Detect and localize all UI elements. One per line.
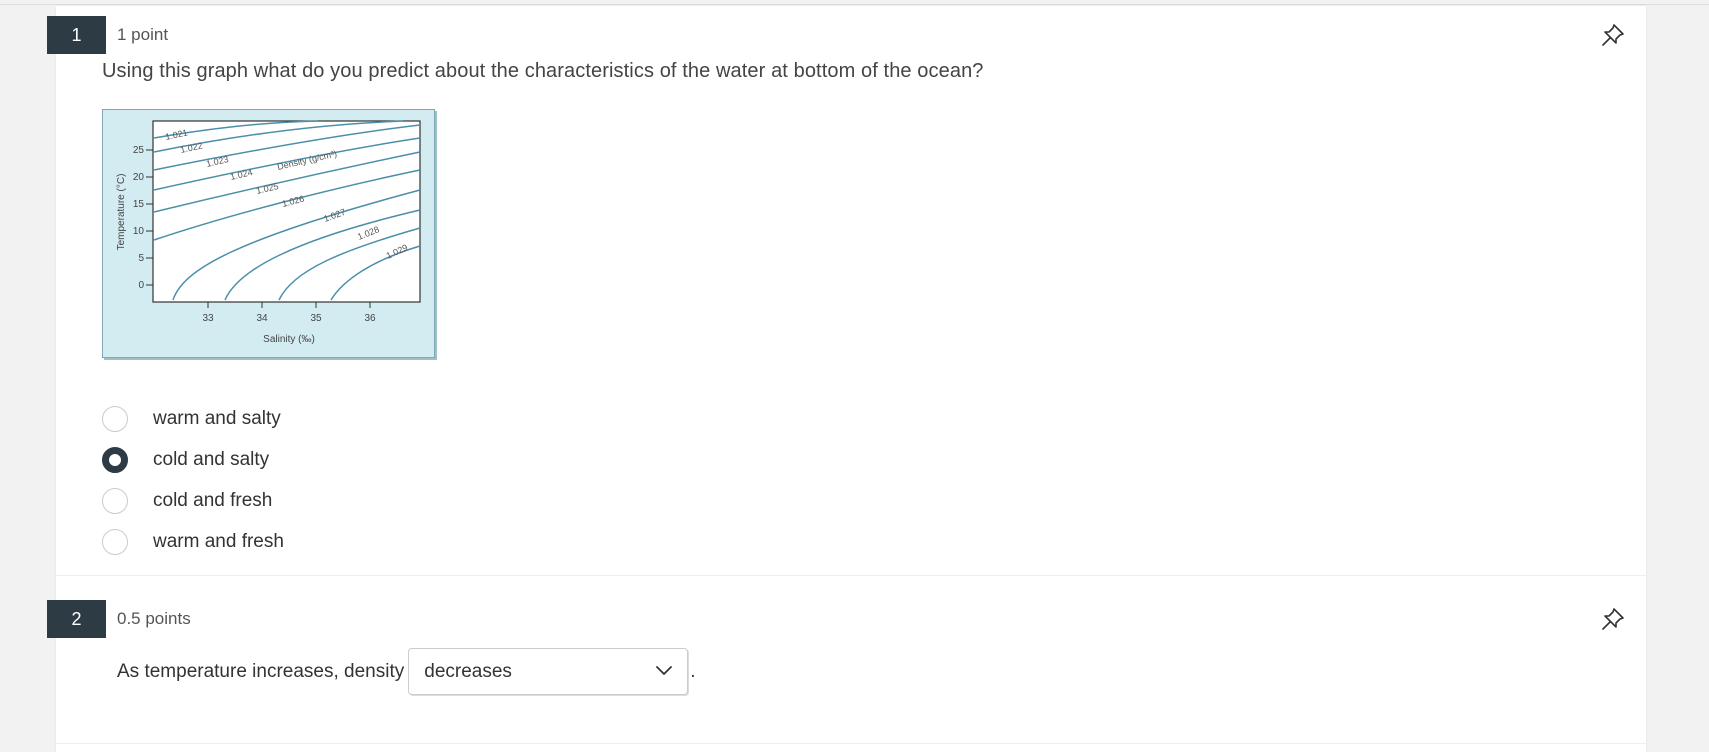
x-tick-label: 34 <box>256 313 268 324</box>
x-tick-label: 36 <box>364 313 376 324</box>
question-points: 0.5 points <box>117 609 191 628</box>
answer-options: warm and salty cold and salty cold and f… <box>102 398 284 562</box>
y-tick-label: 10 <box>133 226 145 237</box>
answer-option-warm-and-fresh[interactable]: warm and fresh <box>102 521 284 562</box>
question-text: Using this graph what do you predict abo… <box>102 60 984 82</box>
y-tick-label: 20 <box>133 172 145 183</box>
question-divider <box>56 743 1646 744</box>
x-axis-label: Salinity (‰) <box>263 334 315 345</box>
radio-button-selected[interactable] <box>102 446 128 473</box>
y-tick-label: 5 <box>138 253 144 264</box>
pin-icon[interactable] <box>1600 606 1626 632</box>
chevron-down-icon <box>655 661 673 683</box>
question-prompt: As temperature increases, density <box>117 660 405 682</box>
answer-option-warm-and-salty[interactable]: warm and salty <box>102 398 284 439</box>
question-2: 2 0.5 points As temperature increases, d… <box>0 600 1709 740</box>
question-points: 1 point <box>117 25 169 44</box>
question-number: 2 <box>47 600 106 638</box>
y-axis-label: Temperature (°C) <box>116 174 127 251</box>
radio-button[interactable] <box>102 487 128 514</box>
option-label: cold and fresh <box>153 489 273 511</box>
x-tick-label: 33 <box>202 313 214 324</box>
radio-button[interactable] <box>102 528 128 555</box>
trailing-period: . <box>690 660 696 682</box>
question-number: 1 <box>47 16 106 54</box>
option-label: warm and fresh <box>153 530 284 552</box>
pin-icon[interactable] <box>1600 22 1626 48</box>
x-tick-label: 35 <box>310 313 322 324</box>
dropdown-selected-value: decreases <box>424 660 512 682</box>
top-rule <box>0 4 1709 5</box>
y-tick-label: 0 <box>138 280 144 291</box>
y-tick-label: 15 <box>133 199 145 210</box>
option-label: cold and salty <box>153 448 270 470</box>
answer-dropdown[interactable]: decreases <box>408 648 689 695</box>
option-label: warm and salty <box>153 407 281 429</box>
radio-button[interactable] <box>102 405 128 432</box>
answer-option-cold-and-salty[interactable]: cold and salty <box>102 439 284 480</box>
question-1: 1 1 point Using this graph what do you p… <box>0 16 1709 576</box>
answer-option-cold-and-fresh[interactable]: cold and fresh <box>102 480 284 521</box>
fill-in-row: As temperature increases, density decrea… <box>117 648 696 695</box>
y-tick-label: 25 <box>133 145 145 156</box>
density-graph: Temperature (°C) 25 20 15 10 5 0 33 34 3… <box>102 109 435 358</box>
